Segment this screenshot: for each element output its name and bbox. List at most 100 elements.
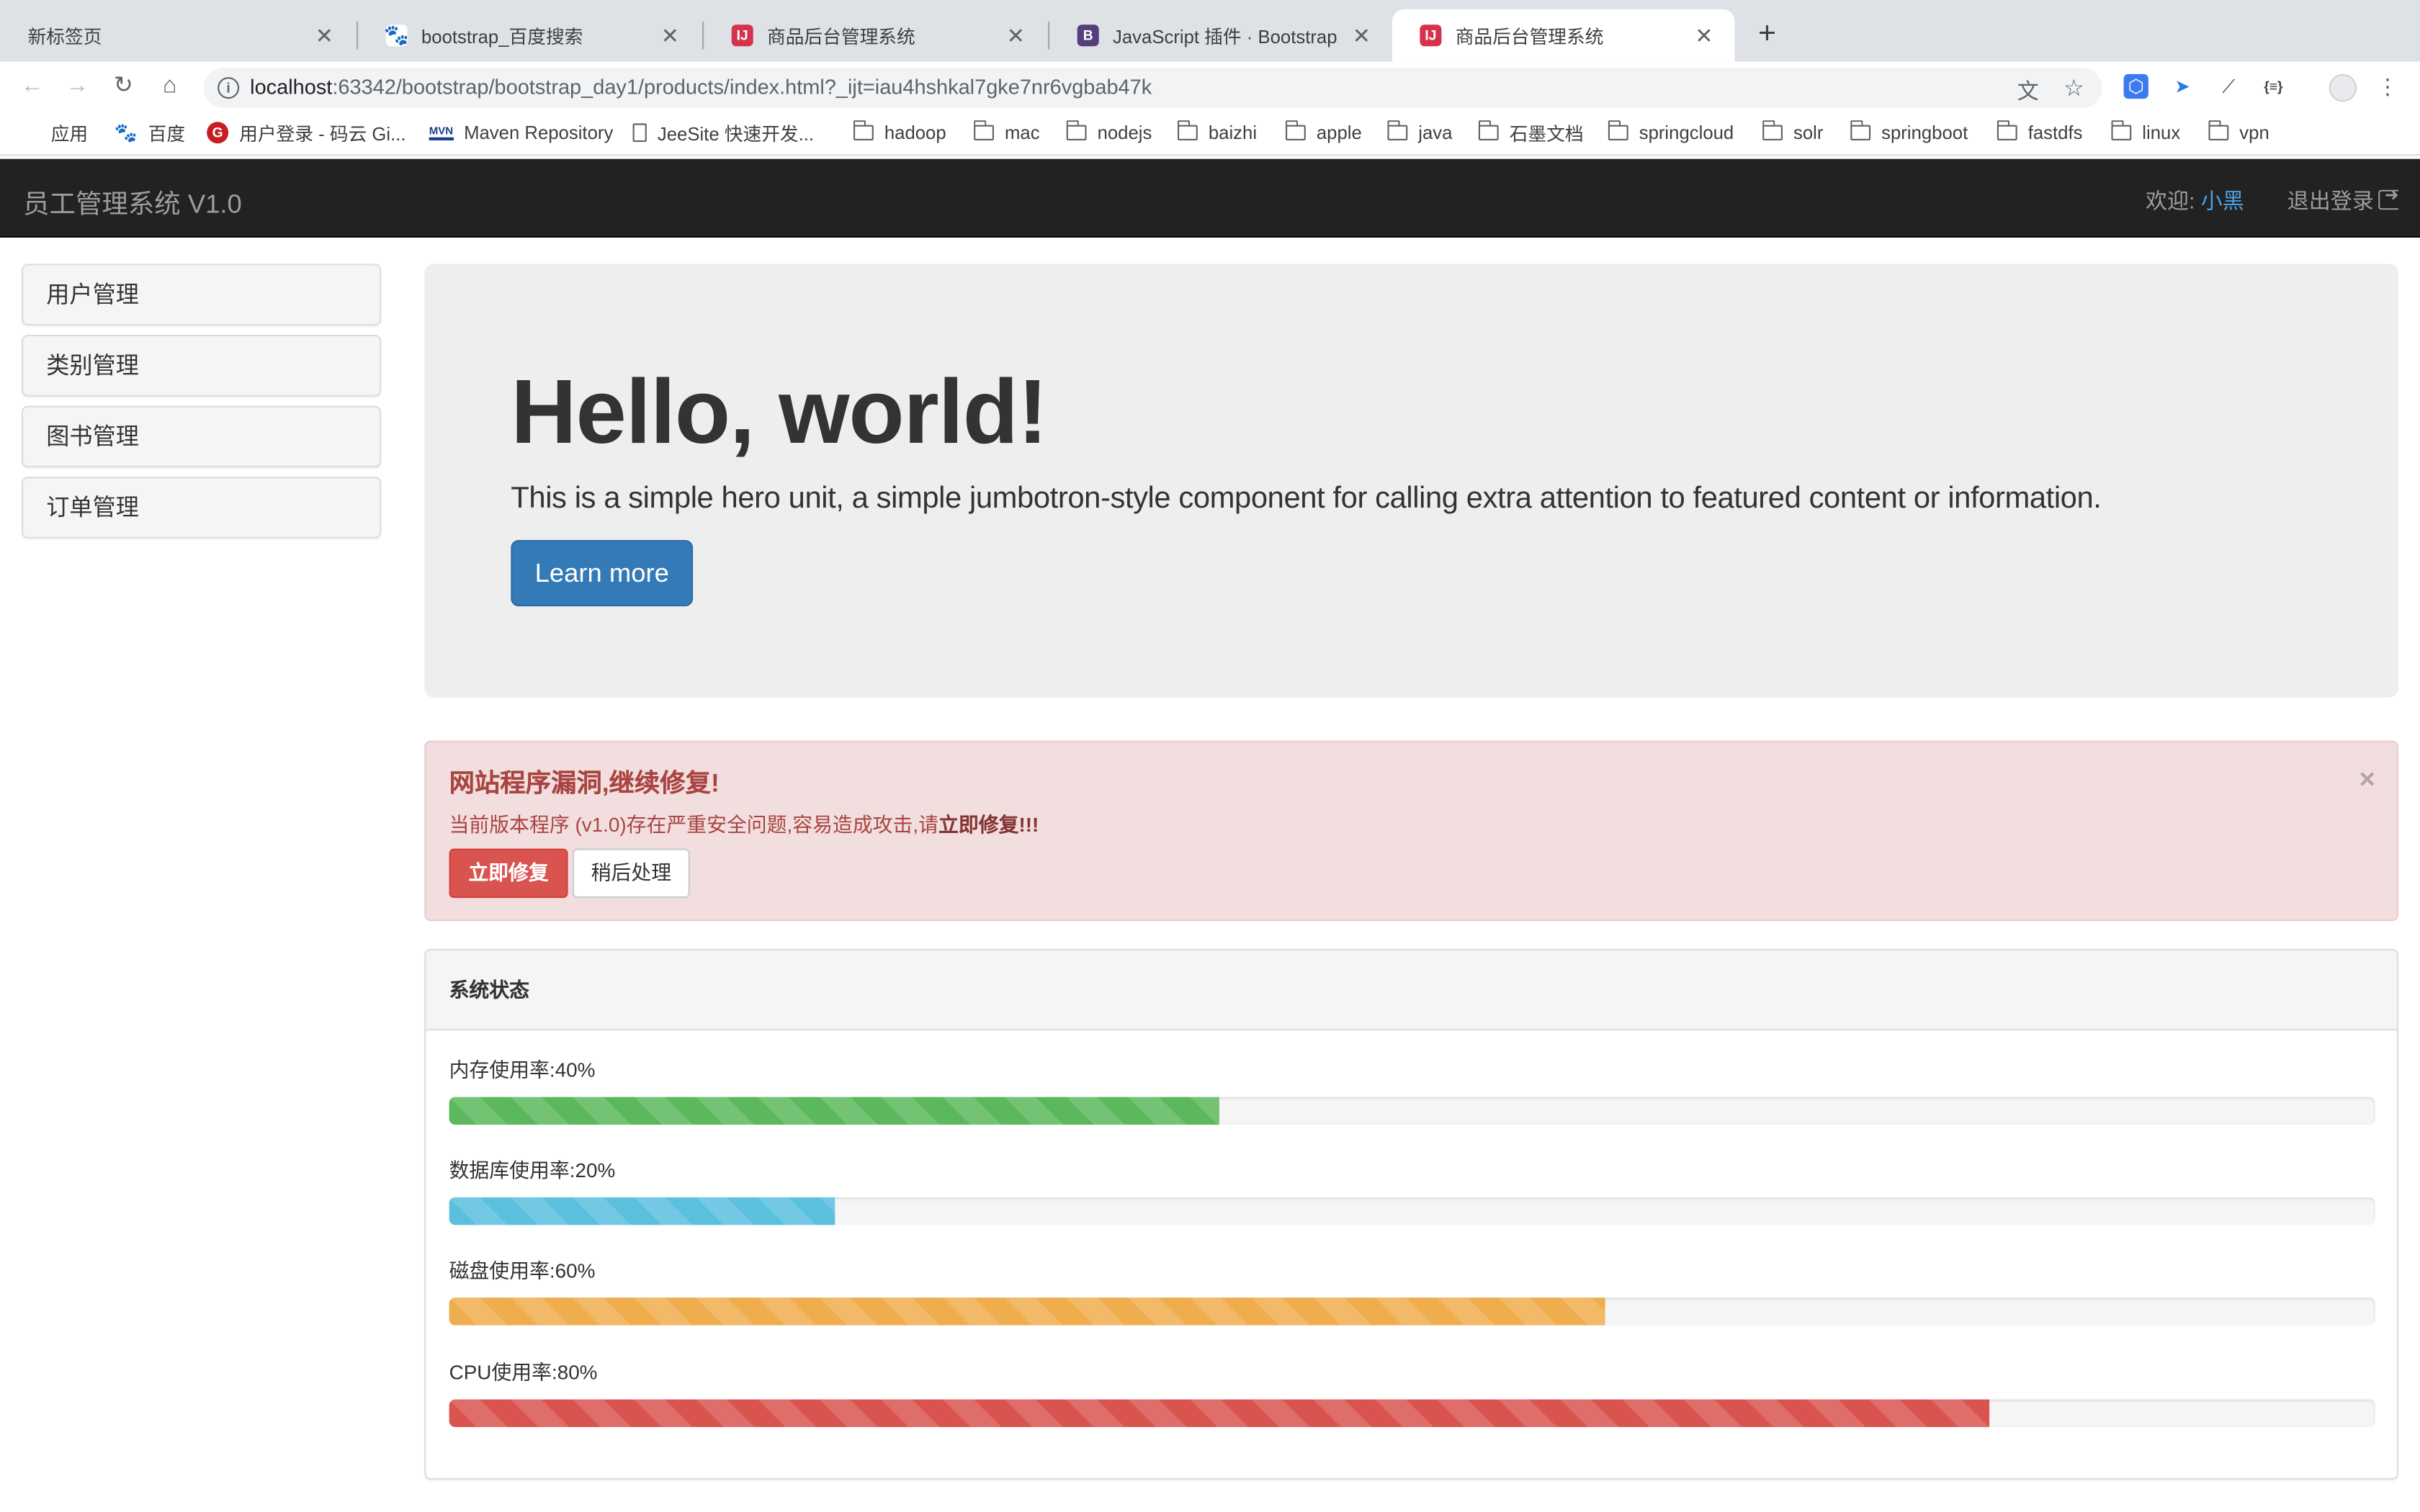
bookmark-jeesite[interactable]: JeeSite 快速开发...	[632, 120, 815, 145]
tab-close-icon[interactable]: ✕	[315, 22, 333, 48]
tab-close-icon[interactable]: ✕	[661, 22, 679, 48]
handle-later-button[interactable]: 稍后处理	[573, 848, 690, 899]
sidebar-item-books[interactable]: 图书管理	[22, 405, 382, 468]
username-link[interactable]: 小黑	[2201, 188, 2244, 212]
bookmark-label: apple	[1316, 122, 1362, 144]
bookmark-folder[interactable]: fastdfs	[1996, 120, 2083, 145]
tab-close-icon[interactable]: ✕	[1695, 22, 1713, 48]
bookmark-folder[interactable]: java	[1387, 120, 1452, 145]
bookmark-label: baizhi	[1208, 122, 1258, 144]
reload-icon[interactable]: ↻	[108, 71, 139, 102]
learn-more-button[interactable]: Learn more	[511, 540, 694, 607]
progress-bar	[449, 1197, 835, 1225]
brand-version: V1.0	[187, 189, 242, 220]
sidebar: 用户管理 类别管理 图书管理 订单管理	[22, 264, 382, 547]
folder-icon	[853, 120, 874, 140]
bookmark-folder[interactable]: hadoop	[853, 120, 946, 145]
alert-close-icon[interactable]: ×	[2359, 765, 2375, 793]
navbar-brand[interactable]: 员工管理系统 V1.0	[23, 182, 242, 221]
welcome-label: 欢迎:	[2146, 188, 2195, 213]
alert-message-strong: 立即修复!!!	[938, 813, 1039, 837]
extension-chart-icon[interactable]: ⟋	[2216, 74, 2241, 99]
browser-tab-admin-active[interactable]: IJ 商品后台管理系统 ✕	[1392, 9, 1735, 62]
metric-label: 内存使用率:40%	[449, 1058, 596, 1082]
bookmark-folder[interactable]: baizhi	[1178, 120, 1257, 145]
alert-message-text: 当前版本程序 (v1.0)存在严重安全问题,容易造成攻击,请	[449, 813, 939, 837]
extension-json-icon[interactable]: {≡}	[2261, 74, 2285, 99]
bookmark-folder[interactable]: nodejs	[1066, 120, 1152, 145]
bookmark-label: 石墨文档	[1509, 122, 1584, 145]
metric-disk: 磁盘使用率:60%	[449, 1254, 2375, 1326]
bookmark-folder[interactable]: springboot	[1850, 120, 1968, 145]
home-icon[interactable]: ⌂	[154, 71, 185, 102]
profile-avatar-icon[interactable]	[2329, 73, 2357, 102]
forward-arrow-icon[interactable]: →	[62, 71, 93, 102]
bookmark-label: Maven Repository	[464, 122, 614, 144]
bookmark-folder[interactable]: mac	[974, 120, 1040, 145]
sidebar-item-categories[interactable]: 类别管理	[22, 335, 382, 397]
progress-track	[449, 1097, 2375, 1125]
bookmark-label: java	[1418, 122, 1453, 144]
progress-track	[449, 1297, 2375, 1326]
url-text[interactable]: localhost:63342/bootstrap/bootstrap_day1…	[250, 76, 1152, 99]
folder-icon	[974, 120, 994, 140]
bookmark-label: springboot	[1881, 122, 1968, 144]
bookmark-label: solr	[1793, 122, 1824, 144]
more-menu-icon[interactable]: ⋮	[2375, 74, 2400, 99]
baidu-paw-icon: 🐾	[384, 23, 410, 47]
browser-toolbar: ← → ↻ ⌂ i localhost:63342/bootstrap/boot…	[0, 61, 2420, 112]
translate-icon[interactable]: 文	[2017, 76, 2039, 107]
browser-tab-admin-1[interactable]: IJ 商品后台管理系统 ✕	[704, 9, 1047, 62]
bookmark-folder[interactable]: 石墨文档	[1478, 120, 1584, 145]
browser-tab-bootstrap-js[interactable]: B JavaScript 插件 · Bootstrap v3 ✕	[1049, 9, 1392, 62]
site-info-icon[interactable]: i	[218, 77, 240, 99]
folder-icon	[1996, 120, 2017, 140]
bookmark-folder[interactable]: apple	[1286, 120, 1362, 145]
jumbotron-text: This is a simple hero unit, a simple jum…	[511, 481, 2102, 516]
metric-cpu: CPU使用率:80%	[449, 1356, 2375, 1428]
extension-bird-icon[interactable]: ➤	[2170, 74, 2195, 99]
bootstrap-icon: B	[1077, 24, 1099, 47]
logout-link[interactable]: 退出登录	[2287, 185, 2399, 216]
bookmark-label: linux	[2142, 122, 2181, 144]
bookmark-label: fastdfs	[2027, 122, 2083, 144]
browser-tab-new[interactable]: 新标签页 ✕	[0, 9, 355, 62]
bookmark-gitee[interactable]: G 用户登录 - 码云 Gi...	[207, 120, 406, 145]
security-alert: 网站程序漏洞,继续修复! 当前版本程序 (v1.0)存在严重安全问题,容易造成攻…	[424, 740, 2399, 922]
welcome-text: 欢迎: 小黑	[2146, 185, 2244, 216]
bookmark-star-icon[interactable]: ☆	[2063, 74, 2084, 102]
bookmark-folder[interactable]: linux	[2111, 120, 2180, 145]
sidebar-item-users[interactable]: 用户管理	[22, 264, 382, 326]
system-status-panel: 系统状态 内存使用率:40% 数据库使用率:20% 磁盘使用率:60% CPU使…	[424, 948, 2399, 1480]
bookmark-label: hadoop	[884, 122, 946, 144]
alert-title: 网站程序漏洞,继续修复!	[449, 770, 720, 798]
bookmark-folder[interactable]: springcloud	[1608, 120, 1734, 145]
progress-track	[449, 1197, 2375, 1225]
folder-icon	[1478, 120, 1499, 140]
tab-close-icon[interactable]: ✕	[1353, 22, 1371, 48]
apps-grid-icon	[22, 123, 40, 142]
browser-tab-baidu[interactable]: 🐾 bootstrap_百度搜索 ✕	[358, 9, 701, 62]
fix-now-button[interactable]: 立即修复	[449, 848, 568, 899]
page-content: 员工管理系统 V1.0 欢迎: 小黑 退出登录 用户管理 类别管理 图书管理 订…	[0, 156, 2420, 1512]
bookmark-folder[interactable]: solr	[1762, 120, 1823, 145]
extension-blue-icon[interactable]: ⬡	[2123, 73, 2148, 99]
bookmark-label: JeeSite 快速开发...	[657, 122, 815, 145]
bookmark-baidu[interactable]: 🐾 百度	[115, 120, 186, 145]
jumbotron: Hello, world! This is a simple hero unit…	[424, 264, 2399, 698]
sidebar-item-orders[interactable]: 订单管理	[22, 477, 382, 539]
tab-close-icon[interactable]: ✕	[1007, 22, 1025, 48]
folder-icon	[1850, 120, 1871, 140]
tab-title: 商品后台管理系统	[767, 25, 915, 48]
folder-icon	[1387, 120, 1408, 140]
bookmark-folder[interactable]: vpn	[2208, 120, 2269, 145]
metric-label: CPU使用率:80%	[449, 1361, 598, 1385]
bookmark-label: 用户登录 - 码云 Gi...	[239, 122, 406, 145]
new-tab-plus-icon[interactable]: +	[1752, 15, 1783, 52]
back-arrow-icon[interactable]: ←	[17, 71, 48, 102]
bookmark-apps[interactable]: 应用	[22, 120, 88, 145]
bookmark-maven[interactable]: MVN Maven Repository	[429, 120, 614, 145]
address-bar[interactable]: i localhost:63342/bootstrap/bootstrap_da…	[203, 68, 2102, 108]
tab-title: 新标签页	[27, 25, 102, 48]
logout-label: 退出登录	[2287, 188, 2374, 213]
